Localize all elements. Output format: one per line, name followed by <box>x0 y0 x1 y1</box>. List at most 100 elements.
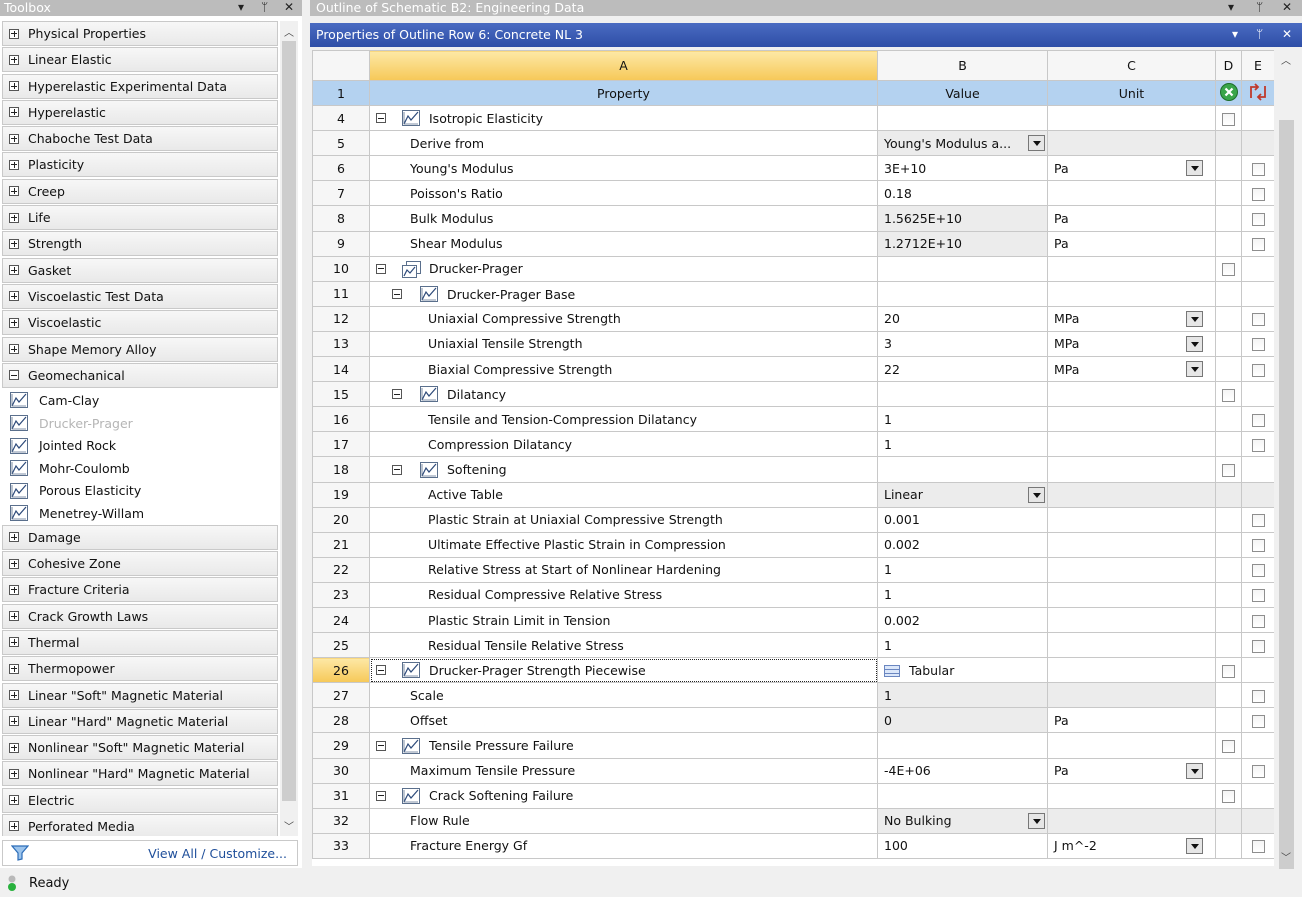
expand-icon[interactable] <box>9 81 19 92</box>
row-number[interactable]: 5 <box>312 130 370 157</box>
unit-dropdown-arrow-icon[interactable] <box>1186 160 1203 177</box>
row-number[interactable]: 10 <box>312 255 370 282</box>
row-number[interactable]: 20 <box>312 506 370 533</box>
property-row[interactable]: 24 Plastic Strain Limit in Tension 0.002 <box>312 606 1274 634</box>
property-name-cell[interactable]: Shear Modulus <box>369 230 878 257</box>
parameter-cell[interactable] <box>1241 506 1274 533</box>
pin-icon[interactable]: ᛘ <box>1256 23 1263 46</box>
pin-icon[interactable]: ᛘ <box>1256 0 1263 15</box>
dropdown-icon[interactable]: ▾ <box>1232 23 1238 46</box>
property-row[interactable]: 25 Residual Tensile Relative Stress 1 <box>312 632 1274 659</box>
toolbox-category-cohesive-zone[interactable]: Cohesive Zone <box>2 551 278 577</box>
value-cell[interactable]: Tabular <box>877 657 1048 684</box>
value-cell[interactable]: 1 <box>877 632 1048 659</box>
toolbox-category-thermopower[interactable]: Thermopower <box>2 656 278 682</box>
delete-cell[interactable] <box>1215 782 1242 809</box>
parameter-cell[interactable] <box>1241 707 1274 734</box>
column-header-d[interactable]: D <box>1215 50 1242 81</box>
unit-cell[interactable]: Pa <box>1047 757 1216 784</box>
toolbox-category-linear-soft-magnetic-material[interactable]: Linear "Soft" Magnetic Material <box>2 682 278 708</box>
dropdown-icon[interactable]: ▾ <box>238 0 244 15</box>
scroll-thumb[interactable] <box>1279 120 1294 890</box>
toolbox-category-viscoelastic-test-data[interactable]: Viscoelastic Test Data <box>2 283 278 309</box>
suppress-checkbox[interactable] <box>1222 388 1235 402</box>
parameter-cell[interactable] <box>1241 682 1274 709</box>
value-cell[interactable]: 0 <box>877 707 1048 734</box>
expand-icon[interactable] <box>9 186 19 197</box>
delete-cell[interactable] <box>1215 732 1242 759</box>
toolbox-item-menetrey-willam[interactable]: Menetrey-Willam <box>2 502 278 525</box>
property-row[interactable]: 21 Ultimate Effective Plastic Strain in C… <box>312 531 1274 558</box>
property-row[interactable]: 13 Uniaxial Tensile Strength 3 MPa <box>312 330 1274 358</box>
row-number[interactable]: 14 <box>312 356 370 383</box>
property-row[interactable]: 10 Drucker-Prager <box>312 255 1274 282</box>
property-row[interactable]: 32 Flow Rule No Bulking <box>312 807 1274 834</box>
property-name-cell[interactable]: Tensile and Tension-Compression Dilatanc… <box>369 406 878 433</box>
value-cell[interactable]: 0.002 <box>877 606 1048 634</box>
toolbox-category-crack-growth-laws[interactable]: Crack Growth Laws <box>2 603 278 629</box>
collapse-icon[interactable] <box>376 790 386 801</box>
parameter-cell[interactable] <box>1241 305 1274 332</box>
dropdown-icon[interactable]: ▾ <box>1228 0 1234 15</box>
expand-icon[interactable] <box>9 344 19 355</box>
property-name-cell[interactable]: Maximum Tensile Pressure <box>369 757 878 784</box>
expand-icon[interactable] <box>9 663 19 674</box>
parameter-cell[interactable] <box>1241 832 1274 859</box>
expand-icon[interactable] <box>9 317 19 328</box>
unit-cell[interactable]: MPa <box>1047 305 1216 332</box>
toolbox-category-plasticity[interactable]: Plasticity <box>2 152 278 178</box>
parameter-checkbox[interactable] <box>1251 614 1265 628</box>
scroll-down-icon[interactable]: ﹀ <box>284 818 294 833</box>
parameter-checkbox[interactable] <box>1251 238 1265 252</box>
property-row[interactable]: 33 Fracture Energy Gf 100 J m^-2 <box>312 832 1274 859</box>
toolbox-category-nonlinear-hard-magnetic-material[interactable]: Nonlinear "Hard" Magnetic Material <box>2 761 278 787</box>
row-number[interactable]: 4 <box>312 105 370 132</box>
parameter-checkbox[interactable] <box>1251 187 1265 201</box>
delete-cell[interactable] <box>1215 657 1242 684</box>
toolbox-category-perforated-media[interactable]: Perforated Media <box>2 813 278 836</box>
collapse-icon[interactable] <box>376 665 386 676</box>
property-row[interactable]: 9 Shear Modulus 1.2712E+10 Pa <box>312 230 1274 257</box>
expand-icon[interactable] <box>9 107 19 118</box>
expand-icon[interactable] <box>9 265 19 276</box>
column-header-a[interactable]: A <box>369 50 878 81</box>
row-number[interactable]: 28 <box>312 707 370 734</box>
pin-icon[interactable]: ᛘ <box>261 0 268 15</box>
row-number[interactable]: 6 <box>312 155 370 182</box>
property-name-cell[interactable]: Uniaxial Tensile Strength <box>369 330 878 358</box>
property-row[interactable]: 12 Uniaxial Compressive Strength 20 MPa <box>312 305 1274 332</box>
value-cell[interactable]: 100 <box>877 832 1048 859</box>
value-cell[interactable]: 22 <box>877 356 1048 383</box>
expand-icon[interactable] <box>9 238 19 249</box>
row-number[interactable]: 12 <box>312 305 370 332</box>
suppress-checkbox[interactable] <box>1222 463 1235 477</box>
parameter-cell[interactable] <box>1241 406 1274 433</box>
property-group-cell[interactable]: Drucker-Prager Base <box>369 280 878 307</box>
value-cell[interactable]: 1 <box>877 581 1048 608</box>
toolbox-item-drucker-prager[interactable]: Drucker-Prager <box>2 412 278 435</box>
property-group-cell[interactable]: Isotropic Elasticity <box>369 105 878 132</box>
toolbox-category-damage[interactable]: Damage <box>2 524 278 550</box>
toolbox-category-nonlinear-soft-magnetic-material[interactable]: Nonlinear "Soft" Magnetic Material <box>2 735 278 761</box>
scroll-up-icon[interactable]: ︿ <box>284 24 294 39</box>
row-number[interactable]: 17 <box>312 431 370 458</box>
unit-cell[interactable]: MPa <box>1047 330 1216 358</box>
scroll-thumb[interactable] <box>282 41 296 801</box>
close-icon[interactable]: ✕ <box>1282 0 1292 15</box>
property-name-cell[interactable]: Bulk Modulus <box>369 205 878 232</box>
toolbox-category-life[interactable]: Life <box>2 205 278 231</box>
delete-cell[interactable] <box>1215 255 1242 282</box>
expand-icon[interactable] <box>9 212 19 223</box>
parameter-cell[interactable] <box>1241 180 1274 207</box>
parameter-cell[interactable] <box>1241 356 1274 383</box>
toolbox-category-linear-hard-magnetic-material[interactable]: Linear "Hard" Magnetic Material <box>2 708 278 734</box>
suppress-checkbox[interactable] <box>1222 112 1235 126</box>
property-row[interactable]: 29 Tensile Pressure Failure <box>312 732 1274 759</box>
property-name-cell[interactable]: Fracture Energy Gf <box>369 832 878 859</box>
property-row[interactable]: 31 Crack Softening Failure <box>312 782 1274 809</box>
unit-dropdown-arrow-icon[interactable] <box>1186 361 1203 378</box>
value-cell[interactable]: No Bulking <box>877 807 1048 834</box>
parameter-cell[interactable] <box>1241 556 1274 583</box>
suppress-checkbox[interactable] <box>1222 739 1235 753</box>
row-number[interactable]: 21 <box>312 531 370 558</box>
